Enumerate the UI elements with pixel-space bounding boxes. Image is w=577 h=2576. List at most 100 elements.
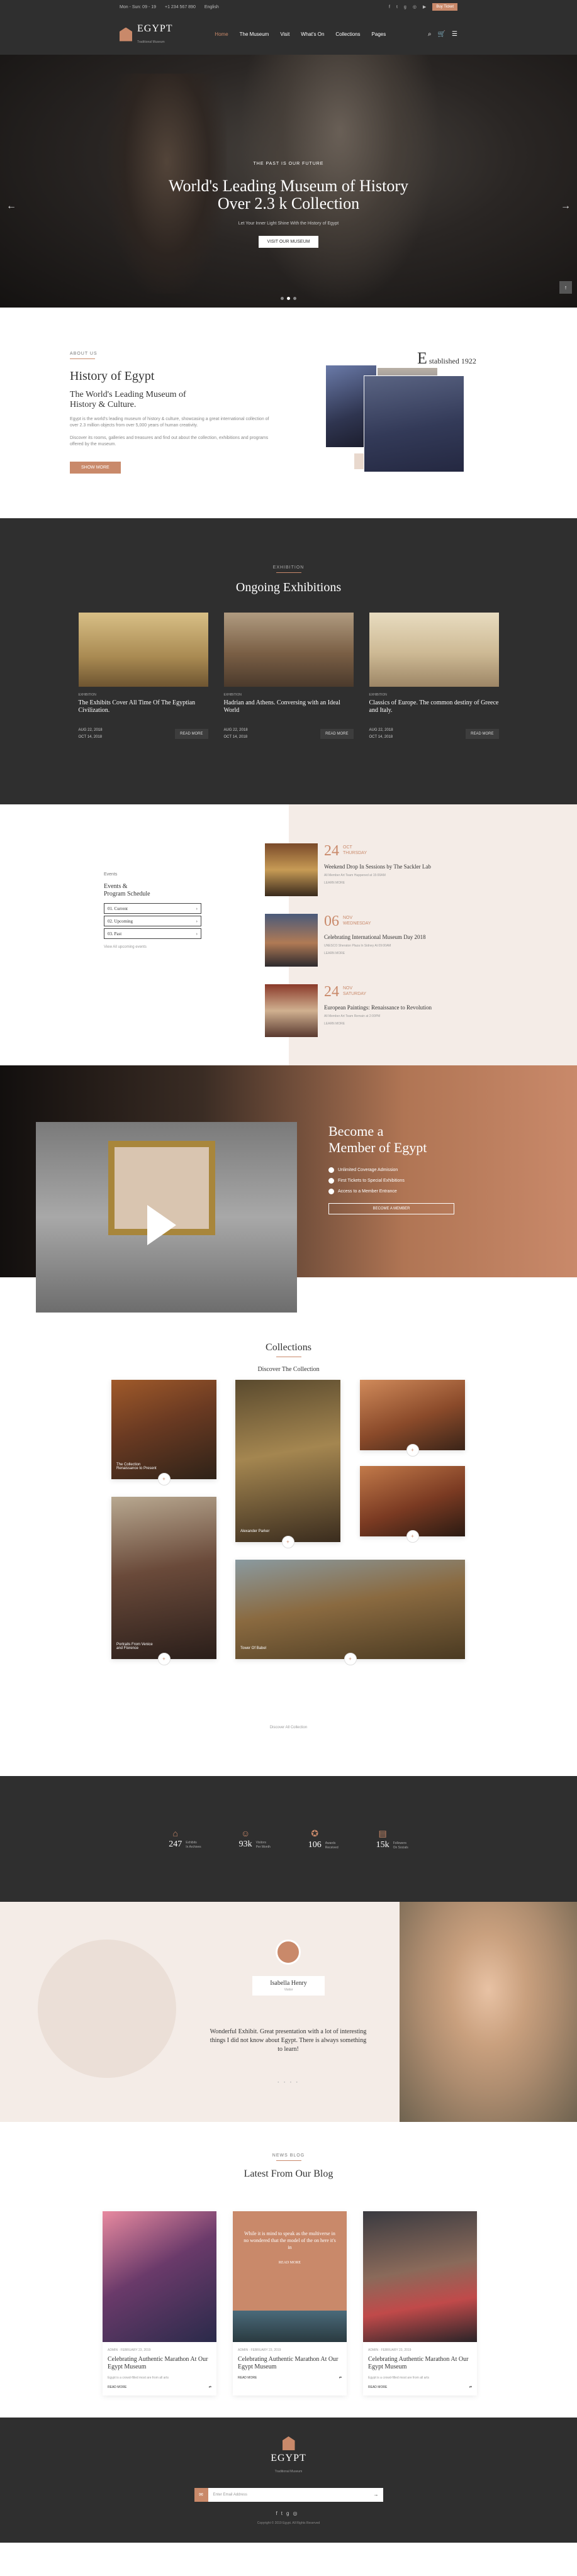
event-item[interactable]: 24 NOV SATURDAY European Paintings: Renai… xyxy=(265,984,473,1037)
tab-current[interactable]: 01. Current › xyxy=(104,903,201,914)
site-logo[interactable]: EGYPT Traditional Museum xyxy=(120,23,173,46)
blog-post-image[interactable] xyxy=(103,2211,216,2342)
blog-quote-card[interactable]: While it is mind to speak as the multive… xyxy=(233,2211,347,2342)
email-input[interactable]: Enter Email Address xyxy=(208,2488,369,2502)
plus-icon[interactable]: + xyxy=(406,1444,419,1457)
exhibition-image[interactable] xyxy=(78,613,208,687)
hero-dot[interactable] xyxy=(293,297,296,300)
cart-icon[interactable]: 🛒 xyxy=(438,31,445,38)
nav-whats-on[interactable]: What's On xyxy=(301,31,324,37)
collection-card[interactable]: Tower Of Babel + xyxy=(235,1560,465,1665)
exhibition-image[interactable] xyxy=(223,613,354,687)
read-more-link[interactable]: READ MORE xyxy=(238,2376,257,2380)
nav-the-museum[interactable]: The Museum xyxy=(240,31,269,37)
event-item[interactable]: 24 OCT THURSDAY Weekend Drop In Sessions … xyxy=(265,843,473,896)
tab-past[interactable]: 03. Past › xyxy=(104,928,201,939)
nav-pages[interactable]: Pages xyxy=(372,31,386,37)
view-all-events-link[interactable]: View All upcoming events xyxy=(104,945,201,949)
visit-museum-button[interactable]: VISIT OUR MUSEUM xyxy=(258,236,319,248)
hero-dot[interactable] xyxy=(281,297,284,300)
collection-image[interactable] xyxy=(235,1560,465,1659)
read-more-link[interactable]: READ MORE xyxy=(108,2385,126,2389)
collection-image[interactable] xyxy=(235,1380,340,1542)
event-image[interactable] xyxy=(265,914,318,967)
show-more-button[interactable]: SHOW MORE xyxy=(70,462,121,474)
blog-post-card[interactable]: While it is mind to speak as the multive… xyxy=(233,2211,347,2396)
event-title[interactable]: European Paintings: Renaissance to Revol… xyxy=(324,1004,432,1011)
search-icon[interactable]: ⌕ xyxy=(428,31,432,38)
read-more-button[interactable]: READ MORE xyxy=(466,729,499,739)
plus-icon[interactable]: + xyxy=(157,1473,171,1485)
exhibition-title[interactable]: Hadrian and Athens. Conversing with an I… xyxy=(224,699,354,718)
learn-more-link[interactable]: LEARN MORE xyxy=(324,881,431,885)
blog-post-card[interactable]: ADMIN · FEBRUARY 23, 2019 Celebrating Au… xyxy=(103,2211,216,2396)
facebook-icon[interactable]: f xyxy=(276,2511,281,2516)
exhibition-image[interactable] xyxy=(369,613,499,687)
twitter-icon[interactable]: t xyxy=(281,2511,286,2516)
subscribe-button[interactable]: → xyxy=(369,2488,383,2502)
tab-upcoming[interactable]: 02. Upcoming › xyxy=(104,916,201,926)
stat-label: Received xyxy=(325,1845,339,1850)
learn-more-link[interactable]: LEARN MORE xyxy=(324,952,425,955)
plus-icon[interactable]: + xyxy=(157,1653,171,1665)
plus-icon[interactable]: + xyxy=(344,1653,357,1665)
collection-card[interactable]: Portraits From Venice and Florence + xyxy=(111,1497,216,1665)
blog-post-image[interactable] xyxy=(233,2311,347,2342)
share-icon[interactable]: ⇄ xyxy=(339,2376,342,2380)
exhibition-title[interactable]: Classics of Europe. The common destiny o… xyxy=(369,699,499,718)
twitter-icon[interactable]: t xyxy=(396,5,398,9)
nav-visit[interactable]: Visit xyxy=(280,31,289,37)
phone-text[interactable]: +1 234 567 890 xyxy=(165,5,196,9)
event-image[interactable] xyxy=(265,984,318,1037)
share-icon[interactable]: ⇄ xyxy=(469,2385,472,2389)
become-member-button[interactable]: BECOME A MEMBER xyxy=(328,1203,454,1214)
google-icon[interactable]: g xyxy=(404,5,406,9)
language-select[interactable]: English xyxy=(204,5,219,9)
collection-card[interactable]: + xyxy=(360,1380,465,1457)
learn-more-link[interactable]: LEARN MORE xyxy=(324,1022,432,1026)
instagram-icon[interactable]: ◎ xyxy=(413,4,417,9)
footer-logo[interactable]: EGYPT Traditional Museum xyxy=(0,2418,577,2475)
collection-card[interactable]: + xyxy=(360,1466,465,1543)
scroll-top-button[interactable]: ↑ xyxy=(559,281,572,294)
blog-post-card[interactable]: ADMIN · FEBRUARY 23, 2019 Celebrating Au… xyxy=(363,2211,477,2396)
nav-collections[interactable]: Collections xyxy=(335,31,360,37)
post-title[interactable]: Celebrating Authentic Marathon At Our Eg… xyxy=(238,2356,342,2371)
exhibition-title[interactable]: The Exhibits Cover All Time Of The Egypt… xyxy=(79,699,208,718)
read-more-link[interactable]: READ MORE xyxy=(368,2385,387,2389)
post-title[interactable]: Celebrating Authentic Marathon At Our Eg… xyxy=(108,2356,211,2371)
share-icon[interactable]: ⇄ xyxy=(209,2385,211,2389)
collection-image[interactable] xyxy=(360,1380,465,1450)
collection-card[interactable]: The Collection Renaissance to Present + xyxy=(111,1380,216,1485)
youtube-icon[interactable]: ▶ xyxy=(423,4,426,9)
exhibition-card[interactable]: EXHIBITION Classics of Europe. The commo… xyxy=(369,613,499,741)
plus-icon[interactable]: + xyxy=(406,1530,419,1543)
event-title[interactable]: Celebrating International Museum Day 201… xyxy=(324,934,425,940)
exhibition-card[interactable]: EXHIBITION The Exhibits Cover All Time O… xyxy=(78,613,208,741)
menu-icon[interactable]: ☰ xyxy=(452,31,457,38)
exhibition-card[interactable]: EXHIBITION Hadrian and Athens. Conversin… xyxy=(223,613,354,741)
blog-post-image[interactable] xyxy=(363,2211,477,2342)
read-more-button[interactable]: READ MORE xyxy=(175,729,208,739)
collection-image[interactable] xyxy=(111,1497,216,1659)
membership-video[interactable] xyxy=(36,1122,297,1313)
event-title[interactable]: Weekend Drop In Sessions by The Sackler … xyxy=(324,863,431,870)
hero-dot-active[interactable] xyxy=(287,297,290,300)
read-more-button[interactable]: READ MORE xyxy=(320,729,354,739)
plus-icon[interactable]: + xyxy=(281,1536,294,1548)
play-icon[interactable] xyxy=(147,1205,176,1245)
collection-image[interactable] xyxy=(360,1466,465,1536)
testimonial-pagination[interactable]: • • • • xyxy=(0,2081,577,2085)
quote-card-button[interactable]: READ MORE xyxy=(243,2260,337,2267)
tab-label: 02. Upcoming xyxy=(108,918,133,924)
collection-card[interactable]: Alexander Parker + xyxy=(235,1380,340,1548)
event-image[interactable] xyxy=(265,843,318,896)
event-item[interactable]: 06 NOV WEDNESDAY Celebrating Internationa… xyxy=(265,914,473,967)
facebook-icon[interactable]: f xyxy=(389,5,390,9)
post-title[interactable]: Celebrating Authentic Marathon At Our Eg… xyxy=(368,2356,472,2371)
discover-all-link[interactable]: Discover All Collection xyxy=(0,1726,577,1729)
nav-home[interactable]: Home xyxy=(215,31,228,37)
instagram-icon[interactable]: ◎ xyxy=(293,2511,301,2516)
google-icon[interactable]: g xyxy=(286,2511,293,2516)
buy-ticket-button[interactable]: Buy Ticket xyxy=(432,3,457,11)
